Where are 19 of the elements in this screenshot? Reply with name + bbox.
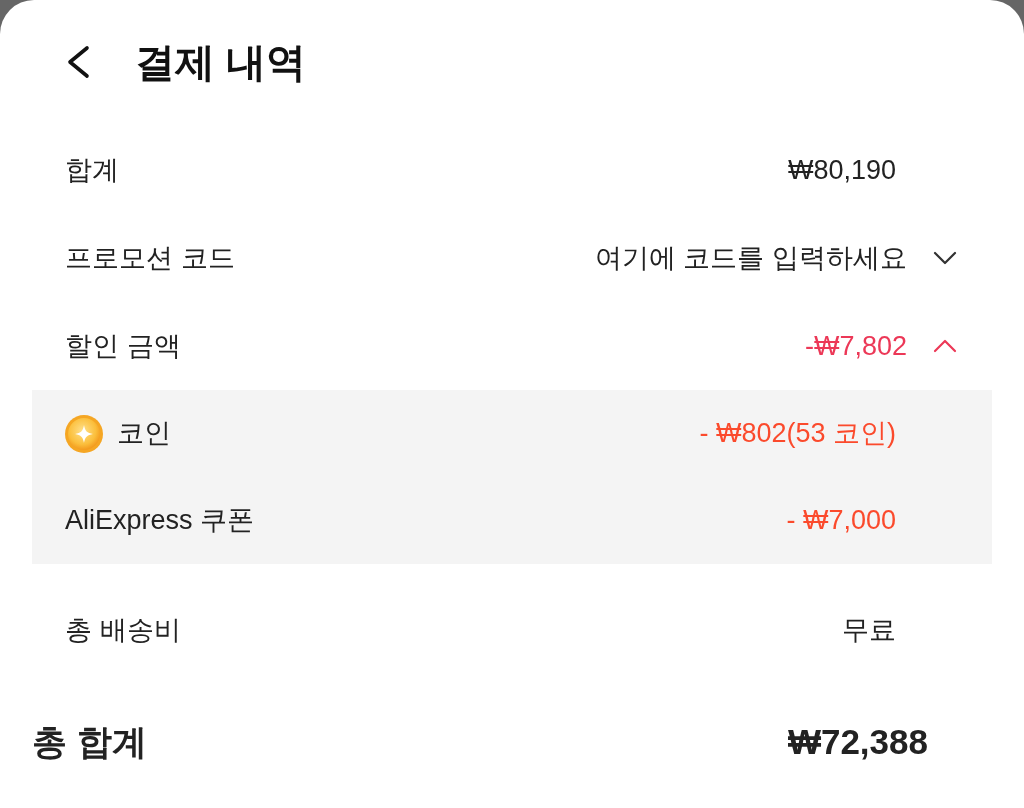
promo-code-value[interactable]: 여기에 코드를 입력하세요 <box>595 237 907 279</box>
coin-icon <box>65 414 103 453</box>
discount-label: AliExpress 쿠폰 <box>65 504 255 538</box>
total-label: 총 합계 <box>32 720 147 763</box>
row-value: 무료 <box>842 613 896 647</box>
discount-amount: -₩7,802 <box>804 329 907 363</box>
total-value: ₩72,388 <box>787 720 928 763</box>
row-label: 할인 금액 <box>65 329 181 363</box>
discount-label: 코인 <box>117 417 171 451</box>
discount-value: - ₩7,000 <box>786 504 896 538</box>
chevron-up-icon[interactable] <box>933 339 957 353</box>
row-value: ₩80,190 <box>787 153 896 187</box>
row-label: 프로모션 코드 <box>65 241 235 275</box>
discount-value: - ₩802(53 코인) <box>699 417 896 451</box>
page-title: 결제 내역 <box>135 39 307 86</box>
back-icon[interactable] <box>65 45 91 79</box>
row-label: 총 배송비 <box>65 613 181 647</box>
row-label: 합계 <box>65 153 119 187</box>
chevron-down-icon[interactable] <box>933 251 957 265</box>
